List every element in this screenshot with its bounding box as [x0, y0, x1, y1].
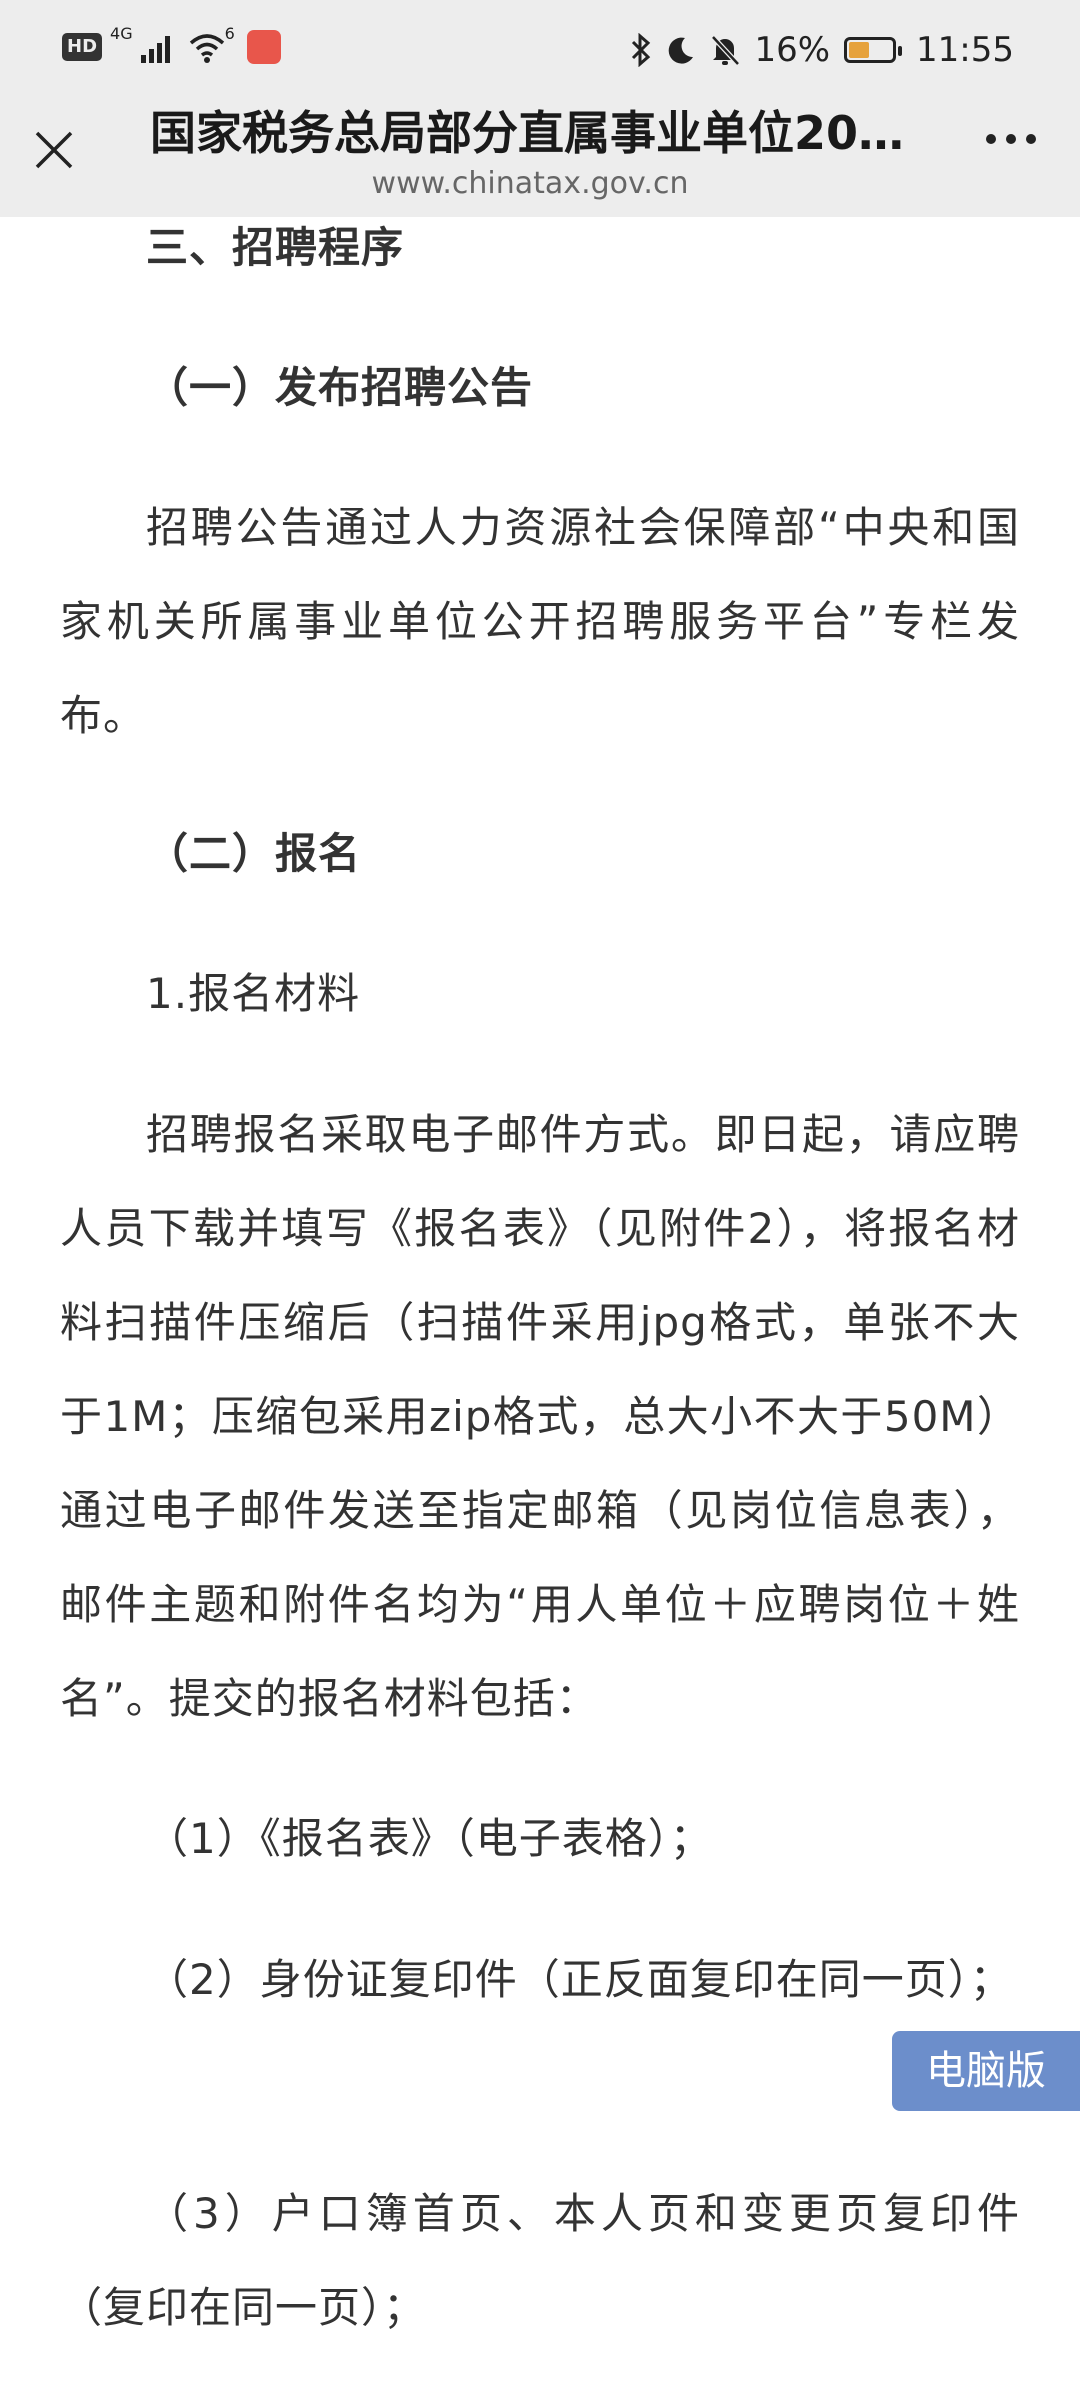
section-heading: 三、招聘程序 [146, 223, 405, 272]
more-dot-icon [1026, 134, 1036, 144]
moon-icon [669, 37, 694, 64]
bluetooth-icon [632, 33, 651, 67]
paragraph-publish-notice: 招聘公告通过人力资源社会保障部“中央和国家机关所属事业单位公开招聘服务平台”专栏… [60, 503, 1020, 740]
material-item-3: （3）户口簿首页、本人页和变更页复印件（复印在同一页）； [60, 2189, 1020, 2332]
browser-topbar: HD 4G 6 16% 11:55 国家税务总局部分直属事业单位202… www… [0, 0, 1080, 217]
battery-icon [844, 37, 903, 63]
status-bar: HD 4G 6 16% 11:55 [0, 0, 1080, 100]
hd-icon: HD [62, 33, 103, 61]
item-heading-materials: 1.报名材料 [146, 969, 361, 1018]
more-dot-icon [1006, 134, 1016, 144]
app-notification-icon [246, 30, 281, 64]
network-type-label: 4G [110, 23, 133, 43]
battery-percent: 16% [754, 30, 831, 70]
page-title: 国家税务总局部分直属事业单位202… [150, 106, 920, 160]
desktop-version-button[interactable]: 电脑版 [892, 2031, 1080, 2111]
close-button[interactable] [30, 120, 78, 180]
wifi-icon [189, 34, 224, 63]
paragraph-registration-method: 招聘报名采取电子邮件方式。即日起，请应聘人员下载并填写《报名表》（见附件2），将… [60, 1110, 1020, 1723]
material-item-2: （2）身份证复印件（正反面复印在同一页）； [146, 1955, 1013, 2004]
subsection-heading-registration: （二）报名 [146, 829, 362, 878]
material-item-1: （1）《报名表》（电子表格）； [146, 1814, 713, 1863]
status-right: 16% 11:55 [630, 30, 1014, 70]
subsection-heading-publish: （一）发布招聘公告 [146, 363, 534, 412]
signal-icon [140, 36, 170, 63]
battery-level [849, 42, 870, 58]
close-icon [35, 131, 73, 169]
more-options-button[interactable] [986, 134, 1036, 144]
clock: 11:55 [916, 30, 1014, 70]
status-left: HD 4G 6 [62, 24, 281, 64]
mute-bell-icon [711, 35, 741, 66]
page-url: www.chinatax.gov.cn [371, 166, 689, 201]
wifi-6-label: 6 [224, 23, 235, 43]
more-dot-icon [986, 134, 996, 144]
